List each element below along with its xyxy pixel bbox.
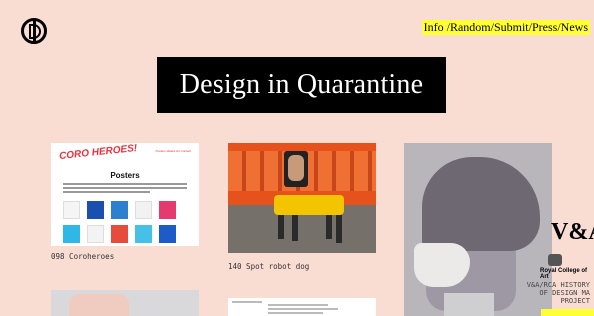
poster-thumb <box>135 201 152 219</box>
robot-leg <box>336 213 342 243</box>
program-line: PROJECT <box>560 297 590 305</box>
rca-crest-icon <box>548 254 562 266</box>
site-title: Design in Quarantine <box>179 69 424 100</box>
nav-press[interactable]: Press <box>532 20 557 34</box>
card-partial-image[interactable] <box>51 290 199 316</box>
program-line: V&A/RCA HISTORY <box>526 281 590 289</box>
va-logo[interactable]: V&A <box>551 219 594 246</box>
text-line <box>268 304 328 306</box>
mannequin-neck <box>444 293 494 316</box>
poster-thumb <box>63 201 80 219</box>
coroheroes-brand: CORO HEROES! <box>58 143 138 163</box>
text-line <box>268 308 338 310</box>
nav-info[interactable]: Info <box>424 20 444 34</box>
top-nav: Info /Random/Submit/Press/News <box>421 20 590 35</box>
yellow-tab[interactable] <box>541 309 594 316</box>
poster-thumb <box>87 225 104 243</box>
poster-thumb <box>135 225 152 243</box>
site-title-box: Design in Quarantine <box>157 57 446 113</box>
poster-thumb <box>159 201 176 219</box>
logo-bar <box>33 21 36 43</box>
program-label: V&A/RCA HISTORY OF DESIGN MA PROJECT <box>527 281 590 305</box>
poster-thumb <box>159 225 176 243</box>
poster-thumb <box>111 225 128 243</box>
card-coroheroes-image[interactable]: CORO HEROES! Posters Masks Art Contact P… <box>51 143 199 246</box>
card-caption[interactable]: 098 Coroheroes <box>51 252 114 261</box>
face-mask <box>414 243 470 287</box>
arm-shape <box>69 294 129 316</box>
robot-body <box>274 195 344 215</box>
dq-logo-icon[interactable] <box>21 18 47 44</box>
face-on-screen <box>288 155 304 181</box>
text-line <box>268 312 323 314</box>
coroheroes-heading: Posters <box>110 171 140 180</box>
robot-leg <box>292 211 298 241</box>
nav-submit[interactable]: Submit <box>494 20 529 34</box>
nav-random[interactable]: Random <box>450 20 491 34</box>
poster-thumb <box>63 225 80 243</box>
poster-thumb <box>87 201 104 219</box>
card-caption[interactable]: 140 Spot robot dog <box>228 262 309 271</box>
program-line: OF DESIGN MA <box>539 289 590 297</box>
card-robot-dog-image[interactable] <box>228 143 376 253</box>
head-covering <box>422 157 540 251</box>
rca-logo[interactable]: Royal College of Art <box>540 268 594 280</box>
card-partial-screenshot[interactable] <box>228 298 376 316</box>
tablet-screen <box>284 151 308 187</box>
poster-thumb <box>111 201 128 219</box>
coroheroes-links: Posters Masks Art Contact <box>155 149 191 153</box>
nav-news[interactable]: News <box>561 20 588 34</box>
text-line <box>232 301 262 303</box>
coroheroes-paragraph <box>63 183 187 197</box>
